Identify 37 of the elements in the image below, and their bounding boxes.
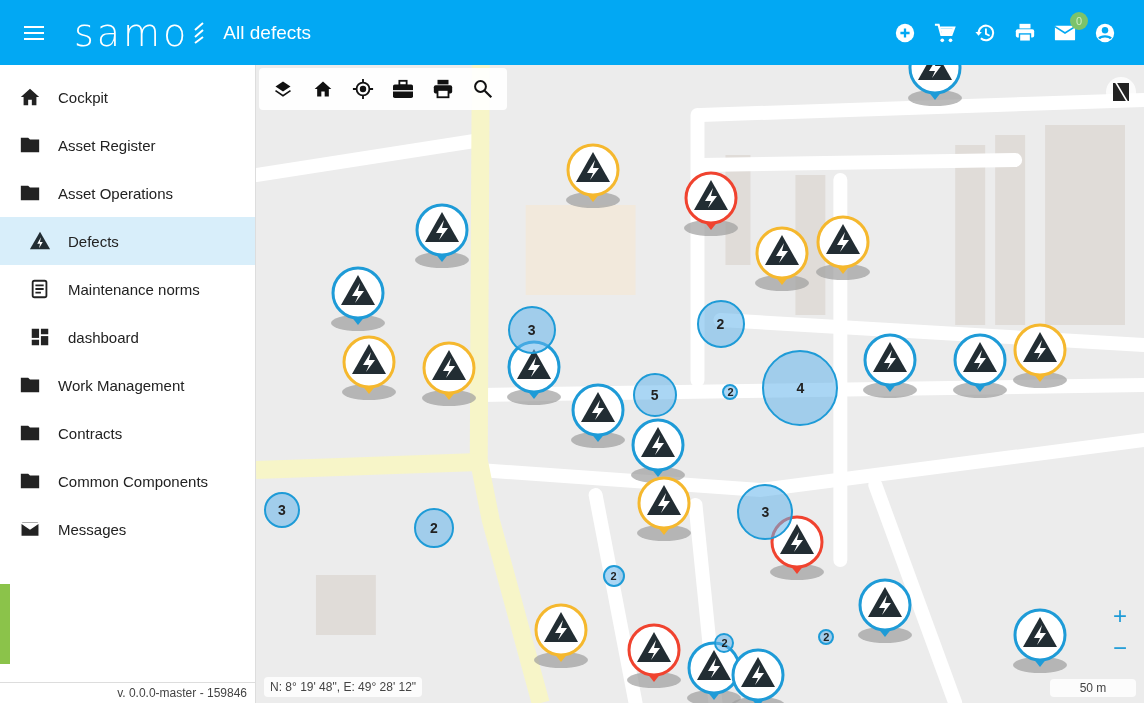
sidebar-item[interactable]: Common Components	[0, 457, 255, 505]
logo-stripes-icon	[193, 21, 206, 44]
grid-icon	[29, 326, 51, 348]
account-icon[interactable]	[1094, 21, 1116, 44]
cluster-marker[interactable]: 3	[264, 492, 300, 528]
cluster-marker[interactable]: 2	[602, 565, 625, 587]
cluster-marker[interactable]: 3	[507, 306, 556, 354]
cluster-marker[interactable]: 3	[737, 484, 794, 540]
mail-icon[interactable]	[1054, 23, 1076, 42]
cluster-marker[interactable]: 2	[818, 629, 835, 645]
cluster-marker[interactable]: 2	[714, 633, 735, 653]
coordinates-label: N: 8° 19' 48", E: 49° 28' 12"	[264, 677, 423, 697]
mail-badge: 0	[1070, 11, 1088, 30]
scale-bar: 50 m	[1050, 679, 1136, 697]
home-icon	[19, 86, 41, 108]
sidebar-subitem[interactable]: Maintenance norms	[0, 265, 255, 313]
warning-icon	[29, 230, 51, 252]
sidebar-item[interactable]: Work Management	[0, 361, 255, 409]
sidebar-item[interactable]: Asset Operations	[0, 169, 255, 217]
cluster-marker[interactable]: 5	[632, 373, 677, 417]
map-view[interactable]: 3 2 5 2 4 2 3 3 2 2 2 + − N: 8° 19' 48", E: 49° 28' 12" 50 m	[256, 65, 1144, 703]
cluster-marker[interactable]: 2	[413, 508, 454, 548]
cluster-marker[interactable]: 2	[696, 300, 745, 348]
logo-text: samo	[74, 12, 190, 53]
sidebar-subitem[interactable]: Defects	[0, 217, 255, 265]
sidebar-item[interactable]: Asset Register	[0, 121, 255, 169]
cluster-marker[interactable]: 2	[722, 384, 739, 400]
menu-icon[interactable]	[24, 25, 44, 40]
sidebar-item[interactable]: Cockpit	[0, 73, 255, 121]
sidebar-subitem[interactable]: dashboard	[0, 313, 255, 361]
cart-icon[interactable]	[934, 21, 956, 44]
sidebar-item[interactable]: Messages	[0, 505, 255, 553]
add-icon[interactable]	[894, 21, 916, 44]
page-title: All defects	[223, 21, 311, 44]
version-text: v. 0.0.0-master - 159846	[0, 682, 255, 703]
sidebar-item[interactable]: Contracts	[0, 409, 255, 457]
cluster-marker[interactable]: 4	[762, 350, 839, 426]
